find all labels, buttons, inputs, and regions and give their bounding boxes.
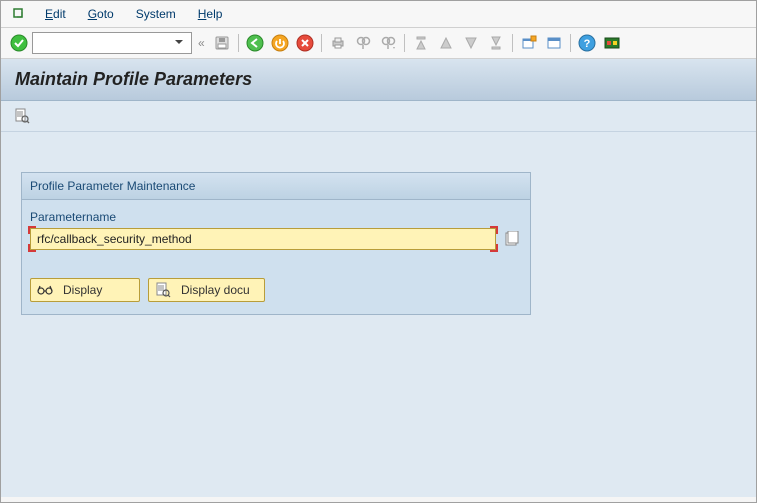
dropdown-icon[interactable]	[173, 36, 187, 50]
menu-system-text: System	[136, 7, 176, 21]
last-page-button[interactable]	[485, 32, 507, 54]
document-search-icon	[155, 282, 171, 298]
first-page-button[interactable]	[410, 32, 432, 54]
groupbox-body: Parametername	[22, 200, 530, 314]
command-field[interactable]	[32, 32, 192, 54]
title-bar: Maintain Profile Parameters	[1, 59, 756, 101]
menu-item-edit[interactable]: Edit	[41, 5, 70, 23]
layout-button[interactable]	[543, 32, 565, 54]
button-row: Display Display docu	[30, 278, 522, 302]
toolbar-chevrons: «	[198, 36, 205, 50]
required-marker	[490, 244, 498, 252]
glasses-icon	[37, 282, 53, 298]
menu-goto-underline: G	[88, 7, 97, 21]
display-all-button[interactable]	[11, 105, 33, 127]
menu-item-system[interactable]: System	[132, 5, 180, 23]
value-help-button[interactable]	[502, 229, 522, 249]
required-marker	[28, 226, 36, 234]
display-button[interactable]: Display	[30, 278, 140, 302]
cancel-button[interactable]	[294, 32, 316, 54]
display-docu-button-label: Display docu	[181, 283, 250, 297]
menu-goto-rest: oto	[97, 7, 114, 21]
application-toolbar	[1, 101, 756, 132]
next-page-button[interactable]	[460, 32, 482, 54]
menu-item-help[interactable]: Help	[194, 5, 227, 23]
groupbox-title: Profile Parameter Maintenance	[22, 173, 530, 200]
parametername-input-wrapper	[30, 228, 496, 250]
display-docu-button[interactable]: Display docu	[148, 278, 265, 302]
profile-parameter-groupbox: Profile Parameter Maintenance Parametern…	[21, 172, 531, 315]
back-button[interactable]	[244, 32, 266, 54]
standard-toolbar: «	[1, 27, 756, 59]
sap-gui-window: Edit Goto System Help «	[0, 0, 757, 503]
required-marker	[28, 244, 36, 252]
customize-layout-button[interactable]	[601, 32, 623, 54]
parametername-label: Parametername	[30, 210, 522, 224]
exit-button[interactable]	[269, 32, 291, 54]
parametername-input[interactable]	[35, 231, 491, 247]
help-button[interactable]: ?	[576, 32, 598, 54]
find-next-button[interactable]	[377, 32, 399, 54]
prev-page-button[interactable]	[435, 32, 457, 54]
menu-edit-underline: E	[45, 7, 53, 21]
menu-bar: Edit Goto System Help	[1, 1, 756, 27]
content-area: Profile Parameter Maintenance Parametern…	[1, 132, 756, 497]
toolbar-separator	[238, 34, 239, 52]
menu-item-goto[interactable]: Goto	[84, 5, 118, 23]
parametername-row	[30, 228, 522, 250]
svg-text:?: ?	[583, 38, 590, 50]
menu-help-rest: elp	[206, 7, 222, 21]
menu-select-icon[interactable]	[11, 6, 27, 22]
save-button[interactable]	[211, 32, 233, 54]
toolbar-separator	[512, 34, 513, 52]
print-button[interactable]	[327, 32, 349, 54]
toolbar-separator	[404, 34, 405, 52]
menu-edit-rest: dit	[53, 7, 66, 21]
page-title: Maintain Profile Parameters	[15, 69, 742, 90]
toolbar-separator	[321, 34, 322, 52]
new-session-button[interactable]	[518, 32, 540, 54]
toolbar-separator	[570, 34, 571, 52]
enter-button[interactable]	[9, 33, 29, 53]
find-button[interactable]	[352, 32, 374, 54]
required-marker	[490, 226, 498, 234]
display-button-label: Display	[63, 283, 102, 297]
